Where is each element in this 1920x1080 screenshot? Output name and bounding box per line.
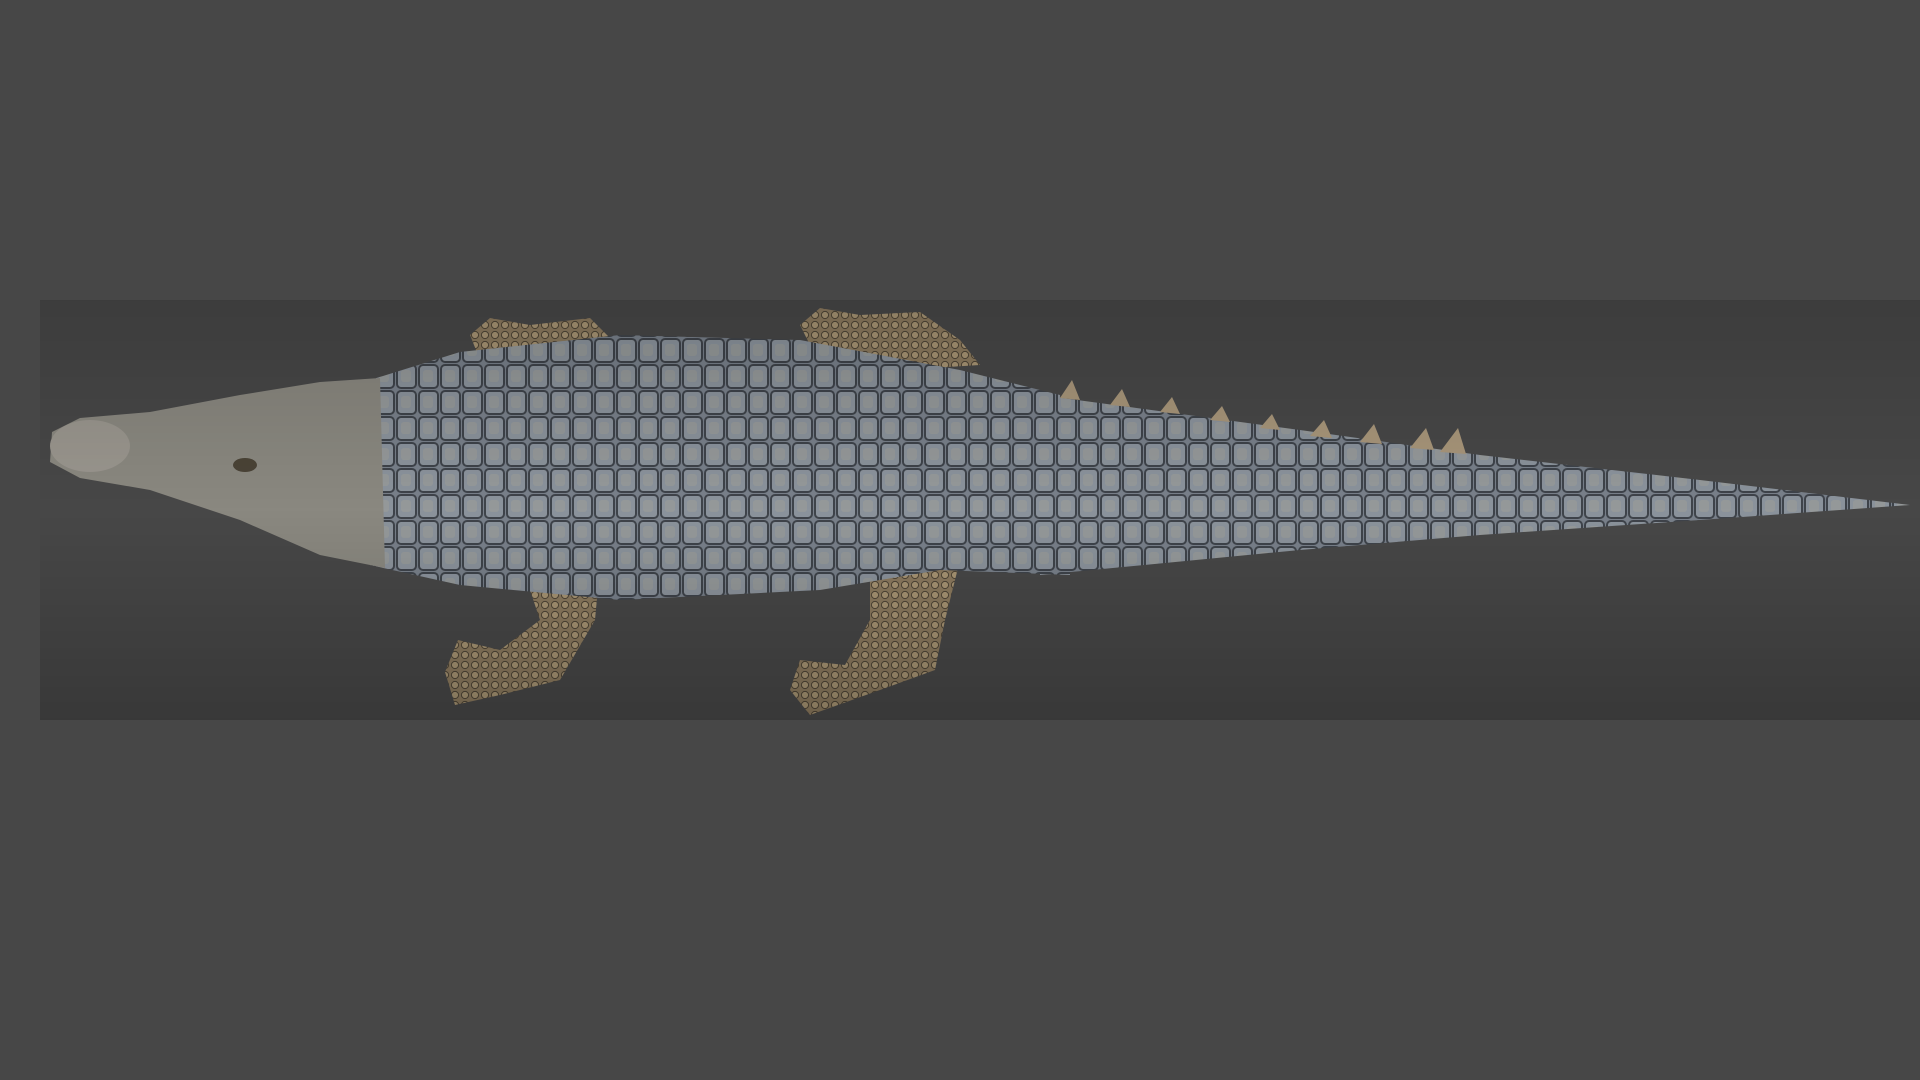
- render-viewport: [40, 300, 1920, 720]
- crocodile: [40, 300, 1920, 720]
